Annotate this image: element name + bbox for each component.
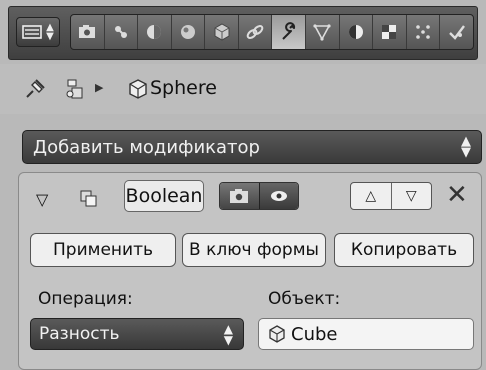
render-camera-icon <box>230 189 249 203</box>
tab-constraints[interactable] <box>239 15 273 49</box>
tab-material[interactable] <box>340 15 374 49</box>
viewport-toggle[interactable] <box>259 183 298 209</box>
particles-icon <box>416 25 430 39</box>
modifier-move-buttons: △ ▽ <box>350 182 432 210</box>
apply-as-shape-key-button[interactable]: В ключ формы <box>182 233 326 267</box>
tab-world[interactable] <box>172 15 206 49</box>
modifier-name-field[interactable]: Boolean <box>124 180 204 212</box>
render-layers-icon <box>114 26 127 38</box>
tab-render-layers[interactable] <box>105 15 139 49</box>
render-camera-icon <box>79 25 96 38</box>
tab-data[interactable] <box>306 15 340 49</box>
object-value: Cube <box>291 323 338 345</box>
chevron-updown-icon: ▲ ▼ <box>223 322 233 347</box>
remove-modifier-close-icon[interactable]: ✕ <box>446 182 468 208</box>
breadcrumb-separator-icon: ▶ <box>95 81 104 94</box>
breadcrumb-object-name: Sphere <box>150 77 217 99</box>
object-label: Объект: <box>268 289 341 309</box>
copy-button[interactable]: Копировать <box>334 233 474 267</box>
world-icon <box>181 25 196 39</box>
move-up-button[interactable]: △ <box>351 183 392 209</box>
move-down-button[interactable]: ▽ <box>392 183 432 209</box>
texture-icon <box>382 25 397 39</box>
apply-button[interactable]: Применить <box>30 233 176 267</box>
physics-icon <box>448 25 465 40</box>
editor-type-selector[interactable]: ▲ ▼ <box>16 17 60 47</box>
object-field[interactable]: Cube <box>258 318 474 350</box>
modifier-wrench-icon <box>282 22 295 40</box>
tab-modifiers[interactable] <box>272 15 307 49</box>
triangle-down-icon: ▽ <box>405 188 417 204</box>
tab-physics[interactable] <box>440 15 473 49</box>
boolean-modifier-icon <box>80 190 97 207</box>
object-cube-icon <box>214 23 230 41</box>
add-modifier-label: Добавить модификатор <box>33 136 260 158</box>
material-icon <box>348 25 363 39</box>
pin-icon[interactable] <box>22 76 48 102</box>
collapse-triangle-icon[interactable]: ▽ <box>36 190 48 209</box>
modifier-visibility-toggles <box>219 182 299 210</box>
object-cube-icon <box>269 325 285 343</box>
tab-render[interactable] <box>71 15 105 49</box>
operation-value: Разность <box>39 324 120 344</box>
tab-scene[interactable] <box>138 15 172 49</box>
properties-tabs <box>70 14 474 50</box>
tab-texture[interactable] <box>373 15 407 49</box>
eye-icon <box>270 191 287 201</box>
scene-objects-icon <box>66 79 83 99</box>
render-toggle[interactable] <box>220 183 260 209</box>
operation-select[interactable]: Разность ▲ ▼ <box>30 318 244 350</box>
operation-label: Операция: <box>38 289 133 309</box>
object-cube-icon <box>129 79 147 99</box>
object-constraint-icon <box>246 25 264 39</box>
chevron-updown-icon: ▲ ▼ <box>46 22 54 42</box>
triangle-up-icon: △ <box>365 188 377 204</box>
tab-object[interactable] <box>205 15 239 49</box>
tab-particles[interactable] <box>407 15 441 49</box>
chevron-updown-icon: ▲ ▼ <box>461 134 471 160</box>
add-modifier-dropdown[interactable]: Добавить модификатор ▲ ▼ <box>22 130 482 164</box>
data-mesh-icon <box>313 24 331 41</box>
properties-editor-icon <box>22 25 42 39</box>
scene-icon <box>147 25 162 39</box>
